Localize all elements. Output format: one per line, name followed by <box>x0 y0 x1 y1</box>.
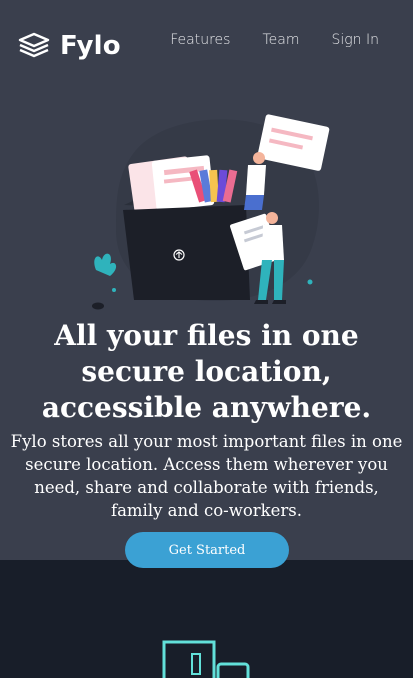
site-header: Fylo Features Team Sign In <box>0 0 413 90</box>
get-started-button[interactable]: Get Started <box>125 532 289 568</box>
nav-link-sign-in[interactable]: Sign In <box>331 32 379 48</box>
nav-link-team[interactable]: Team <box>262 32 299 48</box>
stacked-layers-icon <box>18 32 50 58</box>
brand-name: Fylo <box>60 31 121 61</box>
access-anywhere-icon <box>162 640 250 678</box>
files-illustration <box>92 114 330 310</box>
hero-description: Fylo stores all your most important file… <box>10 432 403 520</box>
brand-logo[interactable]: Fylo <box>16 28 121 64</box>
hero-title: All your files in one secure location, a… <box>41 319 372 424</box>
main-nav: Features Team Sign In <box>170 32 379 48</box>
nav-link-features[interactable]: Features <box>170 32 230 48</box>
